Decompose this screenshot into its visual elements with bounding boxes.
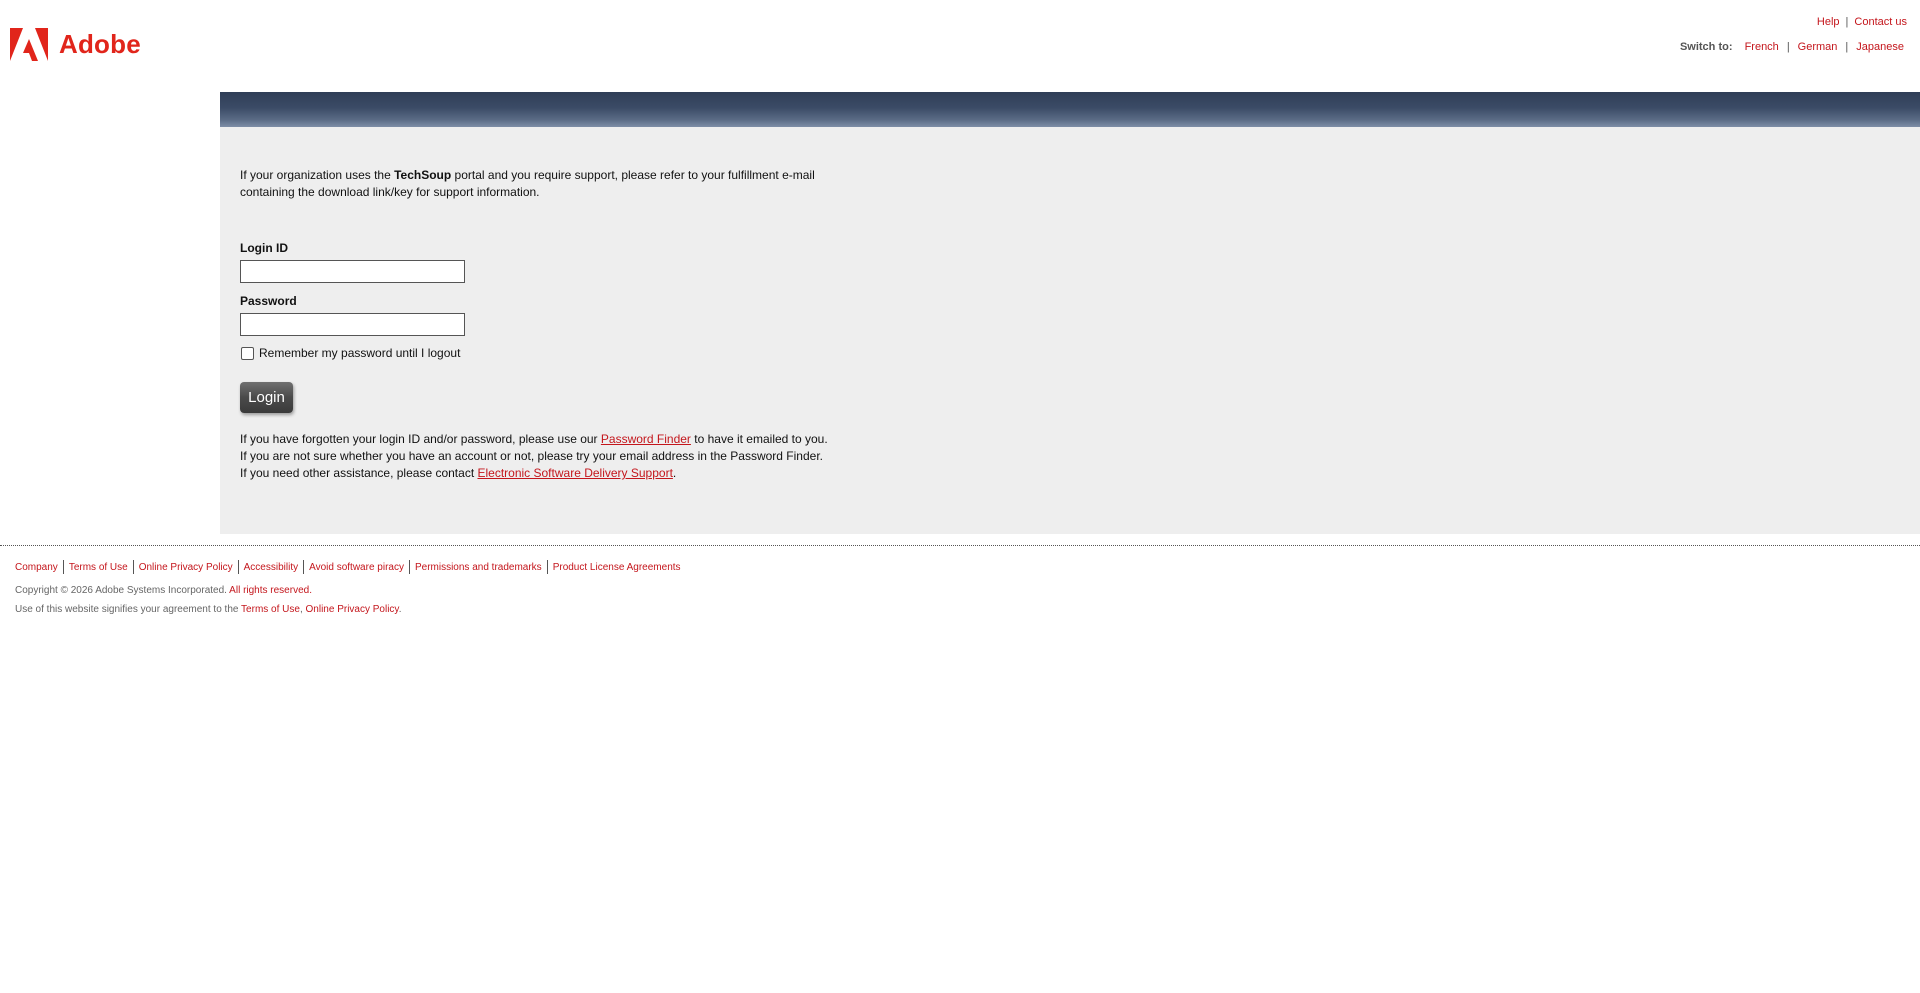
lang-german-link[interactable]: German <box>1798 41 1838 53</box>
header: Adobe Help | Contact us Switch to: French |… <box>0 0 1920 92</box>
separator: | <box>1786 41 1790 53</box>
help-text-part: . <box>672 466 677 480</box>
separator: | <box>1845 16 1849 28</box>
esd-support-link[interactable]: Electronic Software Delivery Support <box>477 466 672 480</box>
help-text-part: If you need other assistance, please con… <box>240 466 478 480</box>
footer-link-licenses[interactable]: Product License Agreements <box>553 562 681 573</box>
login-id-label: Login ID <box>240 241 288 255</box>
agreement-text-part: . <box>398 604 402 615</box>
help-text-part: to have it emailed to you. <box>690 432 828 446</box>
help-link[interactable]: Help <box>1817 16 1840 28</box>
help-line-3: If you need other assistance, please con… <box>240 465 940 482</box>
footer-separator <box>132 560 134 574</box>
footer-separator <box>237 560 239 574</box>
help-text-part: If you have forgotten your login ID and/… <box>240 432 601 446</box>
remember-password[interactable]: Remember my password until I logout <box>240 345 460 362</box>
login-button[interactable]: Login <box>240 382 293 413</box>
lang-french-link[interactable]: French <box>1745 41 1779 53</box>
footer-separator <box>62 560 64 574</box>
separator: | <box>1845 41 1849 53</box>
lang-japanese-link[interactable]: Japanese <box>1856 41 1904 53</box>
contact-us-link[interactable]: Contact us <box>1854 16 1907 28</box>
footer-link-privacy[interactable]: Online Privacy Policy <box>139 562 233 573</box>
copyright-text: Copyright © 2026 Adobe Systems Incorpora… <box>15 585 230 596</box>
adobe-logo-icon <box>10 28 48 61</box>
help-text: If you have forgotten your login ID and/… <box>240 431 940 482</box>
adobe-logo-text: Adobe <box>59 29 141 59</box>
remember-checkbox[interactable] <box>241 347 254 360</box>
login-form: If your organization uses the TechSoup p… <box>240 167 840 480</box>
agreement-text-part: Use of this website signifies your agree… <box>15 604 242 615</box>
footer-link-company[interactable]: Company <box>15 562 58 573</box>
footer-divider <box>0 545 1920 546</box>
footer-separator <box>408 560 410 574</box>
top-links: Help | Contact us <box>1817 16 1907 28</box>
footer-link-terms[interactable]: Terms of Use <box>69 562 128 573</box>
password-label: Password <box>240 294 297 308</box>
footer-separator <box>546 560 548 574</box>
footer-separator <box>303 560 305 574</box>
switch-to-label: Switch to: <box>1679 41 1733 53</box>
intro-text: If your organization uses the TechSoup p… <box>240 167 840 201</box>
password-input[interactable] <box>240 313 465 336</box>
techsoup-bold: TechSoup <box>394 168 452 182</box>
agreement-text: Use of this website signifies your agree… <box>15 604 401 615</box>
password-finder-link[interactable]: Password Finder <box>601 432 691 446</box>
login-panel: If your organization uses the TechSoup p… <box>220 127 1920 534</box>
help-line-1: If you have forgotten your login ID and/… <box>240 431 940 448</box>
intro-text-part: If your organization uses the <box>240 168 395 182</box>
copyright: Copyright © 2026 Adobe Systems Incorpora… <box>15 585 312 596</box>
login-id-input[interactable] <box>240 260 465 283</box>
footer-links: Company Terms of Use Online Privacy Poli… <box>15 560 681 574</box>
adobe-logo[interactable]: Adobe <box>10 28 141 61</box>
footer-link-piracy[interactable]: Avoid software piracy <box>309 562 404 573</box>
header-banner <box>220 92 1920 127</box>
language-switcher: Switch to: French | German | Japanese <box>1680 41 1904 53</box>
help-line-2: If you are not sure whether you have an … <box>240 449 823 463</box>
footer-link-accessibility[interactable]: Accessibility <box>244 562 298 573</box>
all-rights-reserved-link[interactable]: All rights reserved. <box>229 585 312 596</box>
remember-label: Remember my password until I logout <box>259 346 461 360</box>
agreement-privacy-link[interactable]: Online Privacy Policy <box>306 604 399 615</box>
agreement-terms-link[interactable]: Terms of Use <box>241 604 300 615</box>
footer-link-permissions[interactable]: Permissions and trademarks <box>415 562 542 573</box>
